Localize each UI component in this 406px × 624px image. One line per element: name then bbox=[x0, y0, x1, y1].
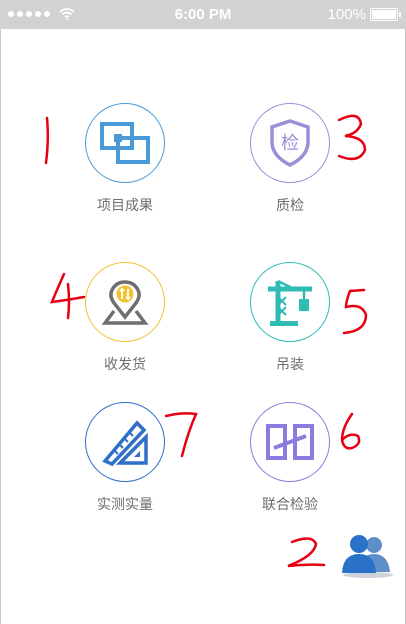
menu-item-hoisting[interactable]: 吊装 bbox=[230, 262, 350, 374]
annotation-4 bbox=[50, 272, 86, 320]
crane-icon bbox=[268, 279, 312, 326]
menu-item-label: 联合检验 bbox=[262, 496, 318, 512]
menu-item-label: 收发货 bbox=[104, 356, 146, 372]
menu-item-label: 吊装 bbox=[276, 356, 304, 372]
menu-item-shipping-receiving-circle bbox=[85, 262, 165, 342]
contacts-button[interactable] bbox=[337, 532, 395, 583]
annotation-7 bbox=[164, 412, 198, 458]
ruler-triangle-icon bbox=[102, 420, 148, 467]
menu-item-joint-inspection-circle bbox=[250, 402, 330, 482]
annotation-2 bbox=[287, 537, 326, 568]
left-border bbox=[0, 29, 1, 624]
joint-inspection-icon bbox=[266, 424, 314, 460]
battery-icon bbox=[370, 8, 401, 21]
battery-indicator: 100% bbox=[327, 6, 401, 23]
annotation-6 bbox=[340, 412, 361, 450]
battery-percent: 100% bbox=[327, 6, 366, 23]
menu-item-label: 质检 bbox=[276, 197, 304, 213]
annotation-3 bbox=[337, 114, 367, 161]
menu-item-label: 实测实量 bbox=[97, 496, 153, 512]
menu-item-actual-measurement-circle bbox=[85, 402, 165, 482]
menu-item-project-results-circle bbox=[85, 103, 165, 183]
project-results-icon bbox=[100, 122, 150, 164]
menu-item-joint-inspection[interactable]: 联合检验 bbox=[230, 402, 350, 514]
menu-item-project-results[interactable]: 项目成果 bbox=[65, 103, 185, 215]
quality-shield-icon: 检 bbox=[270, 119, 310, 167]
menu-item-quality-check-circle: 检 bbox=[250, 103, 330, 183]
menu-item-label: 项目成果 bbox=[97, 197, 153, 213]
menu-item-quality-check[interactable]: 检 质检 bbox=[230, 103, 350, 215]
menu-item-hoisting-circle bbox=[250, 262, 330, 342]
annotation-1 bbox=[44, 116, 50, 165]
location-transfer-icon bbox=[101, 280, 149, 325]
contacts-icon bbox=[342, 535, 393, 578]
quality-icon-char: 检 bbox=[281, 133, 299, 154]
annotation-5 bbox=[342, 288, 368, 335]
status-bar: 6:00 PM 100% bbox=[0, 0, 406, 29]
